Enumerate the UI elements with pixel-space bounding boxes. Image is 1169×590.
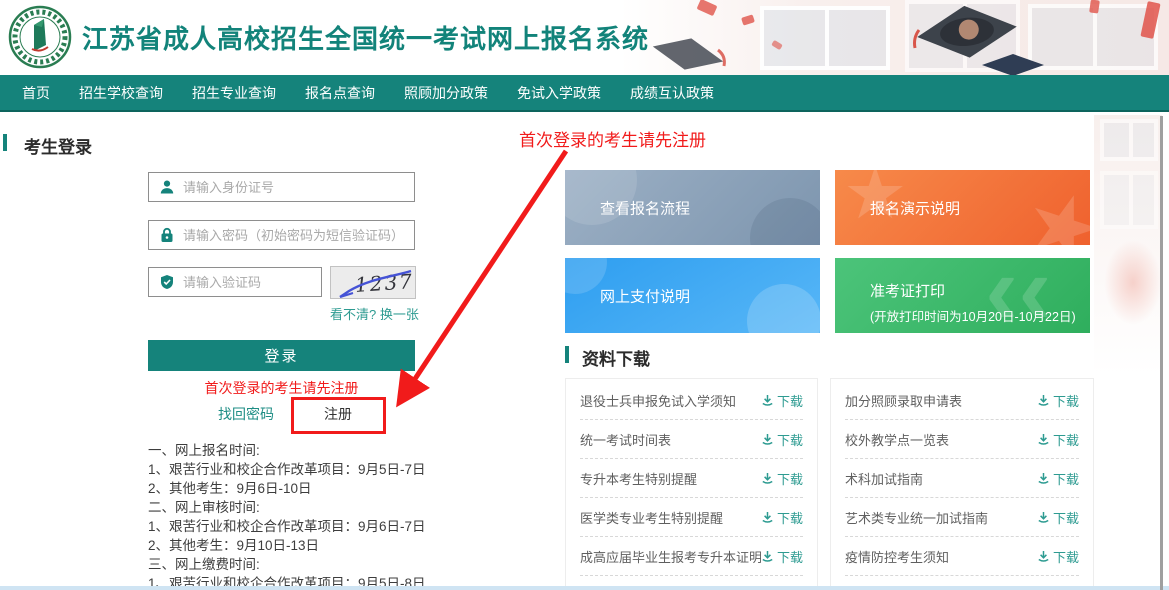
register-highlight-box <box>291 397 386 434</box>
page: 江苏省成人高校招生全国统一考试网上报名系统 首页 招生学校查询 招生专业查询 报… <box>0 0 1169 590</box>
tile-label: 报名演示说明 <box>870 197 960 218</box>
captcha-pen-stroke <box>331 267 416 299</box>
tile-label: 网上支付说明 <box>600 285 690 306</box>
downloads-card-right: 加分照顾录取申请表 下载 校外教学点一览表 下载 术科加试指南 下载 艺术类专业… <box>830 378 1094 590</box>
download-icon <box>1037 472 1050 485</box>
nav-item-score-policy[interactable]: 成绩互认政策 <box>630 83 714 103</box>
nav-item-exemption-policy[interactable]: 免试入学政策 <box>517 83 601 103</box>
download-icon <box>1037 394 1050 407</box>
download-name: 疫情防控考生须知 <box>845 547 949 566</box>
user-icon <box>159 179 175 195</box>
login-heading: 考生登录 <box>24 133 92 158</box>
download-row: 统一考试时间表 下载 <box>580 420 803 459</box>
notice-line: 2、其他考生：9月10日-13日 <box>148 536 458 555</box>
background-blob <box>1104 240 1162 325</box>
download-link[interactable]: 下载 <box>761 547 803 566</box>
tile-subtitle: (开放打印时间为10月20日-10月22日) <box>870 306 1076 325</box>
download-name: 医学类专业考生特别提醒 <box>580 508 723 527</box>
graduation-cap-icon <box>648 30 728 75</box>
download-row: 专升本考生特别提醒 下载 <box>580 459 803 498</box>
download-icon <box>761 550 774 563</box>
download-icon <box>761 511 774 524</box>
downloads-heading: 资料下载 <box>582 345 650 370</box>
notice-line: 1、艰苦行业和校企合作改革项目：9月6日-7日 <box>148 517 458 536</box>
download-icon <box>1037 550 1050 563</box>
nav-item-bonus-policy[interactable]: 照顾加分政策 <box>404 83 488 103</box>
download-row: 退役士兵申报免试入学须知 下载 <box>580 381 803 420</box>
download-name: 术科加试指南 <box>845 469 923 488</box>
captcha-field <box>148 267 322 297</box>
download-name: 校外教学点一览表 <box>845 430 949 449</box>
download-icon <box>761 433 774 446</box>
id-field <box>148 172 415 202</box>
download-name: 退役士兵申报免试入学须知 <box>580 391 736 410</box>
download-row: 校外教学点一览表 下载 <box>845 420 1079 459</box>
download-icon <box>761 394 774 407</box>
star-decor: ★ <box>1014 174 1090 245</box>
main-nav: 首页 招生学校查询 招生专业查询 报名点查询 照顾加分政策 免试入学政策 成绩互… <box>0 75 1169 112</box>
tile-label: 查看报名流程 <box>600 197 690 218</box>
captcha-image[interactable]: 1237 <box>330 266 416 299</box>
nav-item-school-query[interactable]: 招生学校查询 <box>79 83 163 103</box>
download-name: 艺术类专业统一加试指南 <box>845 508 988 527</box>
downloads-heading-bar <box>565 346 569 363</box>
tile-online-payment-info[interactable]: 网上支付说明 <box>565 258 820 333</box>
tile-registration-demo[interactable]: ★ ★ 报名演示说明 <box>835 170 1090 245</box>
forgot-password-link[interactable]: 找回密码 <box>218 404 274 424</box>
nav-item-major-query[interactable]: 招生专业查询 <box>192 83 276 103</box>
lock-icon <box>159 227 175 243</box>
download-name: 统一考试时间表 <box>580 430 671 449</box>
site-title: 江苏省成人高校招生全国统一考试网上报名系统 <box>82 19 649 56</box>
register-hint-annotation: 首次登录的考生请先注册 <box>519 126 706 151</box>
download-row: 加分照顾录取申请表 下载 <box>845 381 1079 420</box>
download-link[interactable]: 下载 <box>761 508 803 527</box>
download-link[interactable]: 下载 <box>761 430 803 449</box>
password-field <box>148 220 415 250</box>
download-link[interactable]: 下载 <box>761 469 803 488</box>
download-row: 疫情防控考生须知 下载 <box>845 537 1079 576</box>
nav-item-home[interactable]: 首页 <box>22 83 50 103</box>
download-link[interactable]: 下载 <box>1037 508 1079 527</box>
download-name: 加分照顾录取申请表 <box>845 391 962 410</box>
notice-line: 三、网上缴费时间: <box>148 555 458 574</box>
shield-check-icon <box>159 274 175 290</box>
download-link[interactable]: 下载 <box>1037 391 1079 410</box>
download-row: 成高应届毕业生报考专升本证明 下载 <box>580 537 803 576</box>
download-row: 医学类专业考生特别提醒 下载 <box>580 498 803 537</box>
download-link[interactable]: 下载 <box>1037 547 1079 566</box>
notice-line: 1、艰苦行业和校企合作改革项目：9月5日-7日 <box>148 460 458 479</box>
download-name: 专升本考生特别提醒 <box>580 469 697 488</box>
login-button[interactable]: 登录 <box>148 340 415 371</box>
notice-line: 2、其他考生：9月6日-10日 <box>148 479 458 498</box>
header: 江苏省成人高校招生全国统一考试网上报名系统 <box>0 0 1169 75</box>
site-logo <box>8 5 72 69</box>
notice-line: 二、网上审核时间: <box>148 498 458 517</box>
download-link[interactable]: 下载 <box>1037 430 1079 449</box>
download-row: 术科加试指南 下载 <box>845 459 1079 498</box>
download-icon <box>1037 511 1050 524</box>
password-input[interactable] <box>183 221 414 249</box>
id-input[interactable] <box>183 173 414 201</box>
downloads-card-left: 退役士兵申报免试入学须知 下载 统一考试时间表 下载 专升本考生特别提醒 下载 … <box>565 378 818 590</box>
download-link[interactable]: 下载 <box>761 391 803 410</box>
nav-item-site-query[interactable]: 报名点查询 <box>305 83 375 103</box>
download-icon <box>1037 433 1050 446</box>
captcha-refresh-link[interactable]: 看不清? 换一张 <box>330 304 416 323</box>
download-name: 成高应届毕业生报考专升本证明 <box>580 547 761 566</box>
tile-label: 准考证打印 <box>870 280 945 301</box>
scrollbar-thumb[interactable] <box>1160 116 1163 590</box>
download-link[interactable]: 下载 <box>1037 469 1079 488</box>
download-icon <box>761 472 774 485</box>
login-heading-bar <box>3 134 7 151</box>
first-login-note: 首次登录的考生请先注册 <box>148 378 415 398</box>
download-row: 艺术类专业统一加试指南 下载 <box>845 498 1079 537</box>
notice-list: 一、网上报名时间: 1、艰苦行业和校企合作改革项目：9月5日-7日 2、其他考生… <box>148 441 458 590</box>
bottom-strip <box>0 586 1169 590</box>
tile-view-registration-process[interactable]: 查看报名流程 <box>565 170 820 245</box>
tile-print-admission-ticket[interactable]: ‹‹ 准考证打印 (开放打印时间为10月20日-10月22日) <box>835 258 1090 333</box>
notice-line: 一、网上报名时间: <box>148 441 458 460</box>
